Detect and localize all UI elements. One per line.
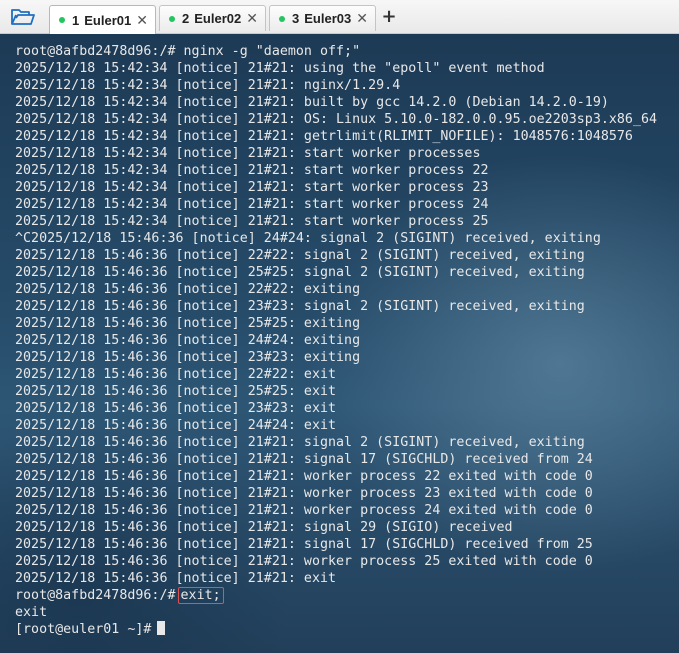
exit-command-line: root@8afbd2478d96:/# exit; [15, 587, 657, 604]
terminal-lines: root@8afbd2478d96:/# nginx -g "daemon of… [15, 43, 657, 638]
terminal-line: 2025/12/18 15:42:34 [notice] 21#21: usin… [15, 61, 545, 76]
terminal-line: 2025/12/18 15:46:36 [notice] 21#21: work… [15, 486, 593, 501]
terminal-line: 2025/12/18 15:42:34 [notice] 21#21: star… [15, 163, 489, 178]
terminal-line: 2025/12/18 15:46:36 [notice] 22#22: sign… [15, 248, 585, 263]
tab-euler02[interactable]: 2 Euler02 ✕ [159, 5, 266, 31]
shell-prompt: root@8afbd2478d96:/# [15, 588, 176, 603]
terminal-line: 2025/12/18 15:42:34 [notice] 21#21: star… [15, 180, 489, 195]
terminal-line: 2025/12/18 15:46:36 [notice] 21#21: work… [15, 554, 593, 569]
terminal-line: 2025/12/18 15:46:36 [notice] 22#22: exit… [15, 282, 361, 297]
shell-prompt: [root@euler01 ~]# [15, 622, 152, 637]
terminal-line: 2025/12/18 15:42:34 [notice] 21#21: ngin… [15, 78, 401, 93]
status-dot-icon [279, 15, 285, 22]
terminal-line: 2025/12/18 15:42:34 [notice] 21#21: buil… [15, 95, 609, 110]
terminal-line: 2025/12/18 15:42:34 [notice] 21#21: getr… [15, 129, 633, 144]
folder-icon[interactable] [10, 7, 36, 27]
terminal-line: 2025/12/18 15:46:36 [notice] 21#21: sign… [15, 537, 593, 552]
terminal-line: 2025/12/18 15:46:36 [notice] 24#24: exit… [15, 333, 361, 348]
tab-label: Euler01 [84, 12, 132, 28]
tab-number: 3 [292, 11, 300, 26]
highlighted-command: exit; [177, 587, 224, 604]
terminal-line: 2025/12/18 15:46:36 [notice] 21#21: work… [15, 503, 593, 518]
final-prompt-line: [root@euler01 ~]# [15, 621, 657, 638]
tab-label: Euler02 [194, 11, 242, 26]
close-icon[interactable]: ✕ [356, 10, 368, 27]
terminal-line: 2025/12/18 15:46:36 [notice] 23#23: sign… [15, 299, 585, 314]
terminal-line: 2025/12/18 15:46:36 [notice] 25#25: exit… [15, 316, 361, 331]
terminal-line: 2025/12/18 15:46:36 [notice] 21#21: sign… [15, 435, 585, 450]
terminal-line: root@8afbd2478d96:/# nginx -g "daemon of… [15, 44, 361, 59]
terminal-line: ^C2025/12/18 15:46:36 [notice] 24#24: si… [15, 231, 601, 246]
tab-bar: 1 Euler01 ✕ 2 Euler02 ✕ 3 Euler03 ✕ + [0, 0, 679, 34]
text-cursor [157, 621, 166, 635]
tab-euler03[interactable]: 3 Euler03 ✕ [269, 5, 376, 31]
close-icon[interactable]: ✕ [136, 12, 148, 29]
status-dot-icon [169, 15, 175, 22]
terminal-line: 2025/12/18 15:46:36 [notice] 25#25: exit [15, 384, 337, 399]
tab-label: Euler03 [304, 11, 352, 26]
tab-number: 2 [182, 11, 190, 26]
tab-number: 1 [72, 12, 80, 28]
terminal-output-area[interactable]: root@8afbd2478d96:/# nginx -g "daemon of… [0, 34, 679, 653]
close-icon[interactable]: ✕ [246, 10, 258, 27]
tab-euler01[interactable]: 1 Euler01 ✕ [49, 5, 156, 34]
terminal-line: 2025/12/18 15:46:36 [notice] 23#23: exit [15, 401, 337, 416]
terminal-line: 2025/12/18 15:46:36 [notice] 23#23: exit… [15, 350, 361, 365]
terminal-line: 2025/12/18 15:46:36 [notice] 21#21: work… [15, 469, 593, 484]
terminal-app-window: 1 Euler01 ✕ 2 Euler02 ✕ 3 Euler03 ✕ + ro… [0, 0, 679, 653]
terminal-line: 2025/12/18 15:46:36 [notice] 21#21: sign… [15, 452, 593, 467]
terminal-line: 2025/12/18 15:46:36 [notice] 21#21: sign… [15, 520, 513, 535]
terminal-line: 2025/12/18 15:42:34 [notice] 21#21: OS: … [15, 112, 658, 127]
terminal-line: 2025/12/18 15:46:36 [notice] 24#24: exit [15, 418, 337, 433]
terminal-line: 2025/12/18 15:42:34 [notice] 21#21: star… [15, 197, 489, 212]
terminal-line: 2025/12/18 15:42:34 [notice] 21#21: star… [15, 146, 481, 161]
terminal-line: 2025/12/18 15:46:36 [notice] 21#21: exit [15, 571, 337, 586]
terminal-line: 2025/12/18 15:42:34 [notice] 21#21: star… [15, 214, 489, 229]
plus-icon[interactable]: + [380, 6, 398, 28]
terminal-line: 2025/12/18 15:46:36 [notice] 22#22: exit [15, 367, 337, 382]
terminal-line: 2025/12/18 15:46:36 [notice] 25#25: sign… [15, 265, 585, 280]
status-dot-icon [59, 17, 65, 23]
exit-output-line: exit [15, 605, 48, 620]
